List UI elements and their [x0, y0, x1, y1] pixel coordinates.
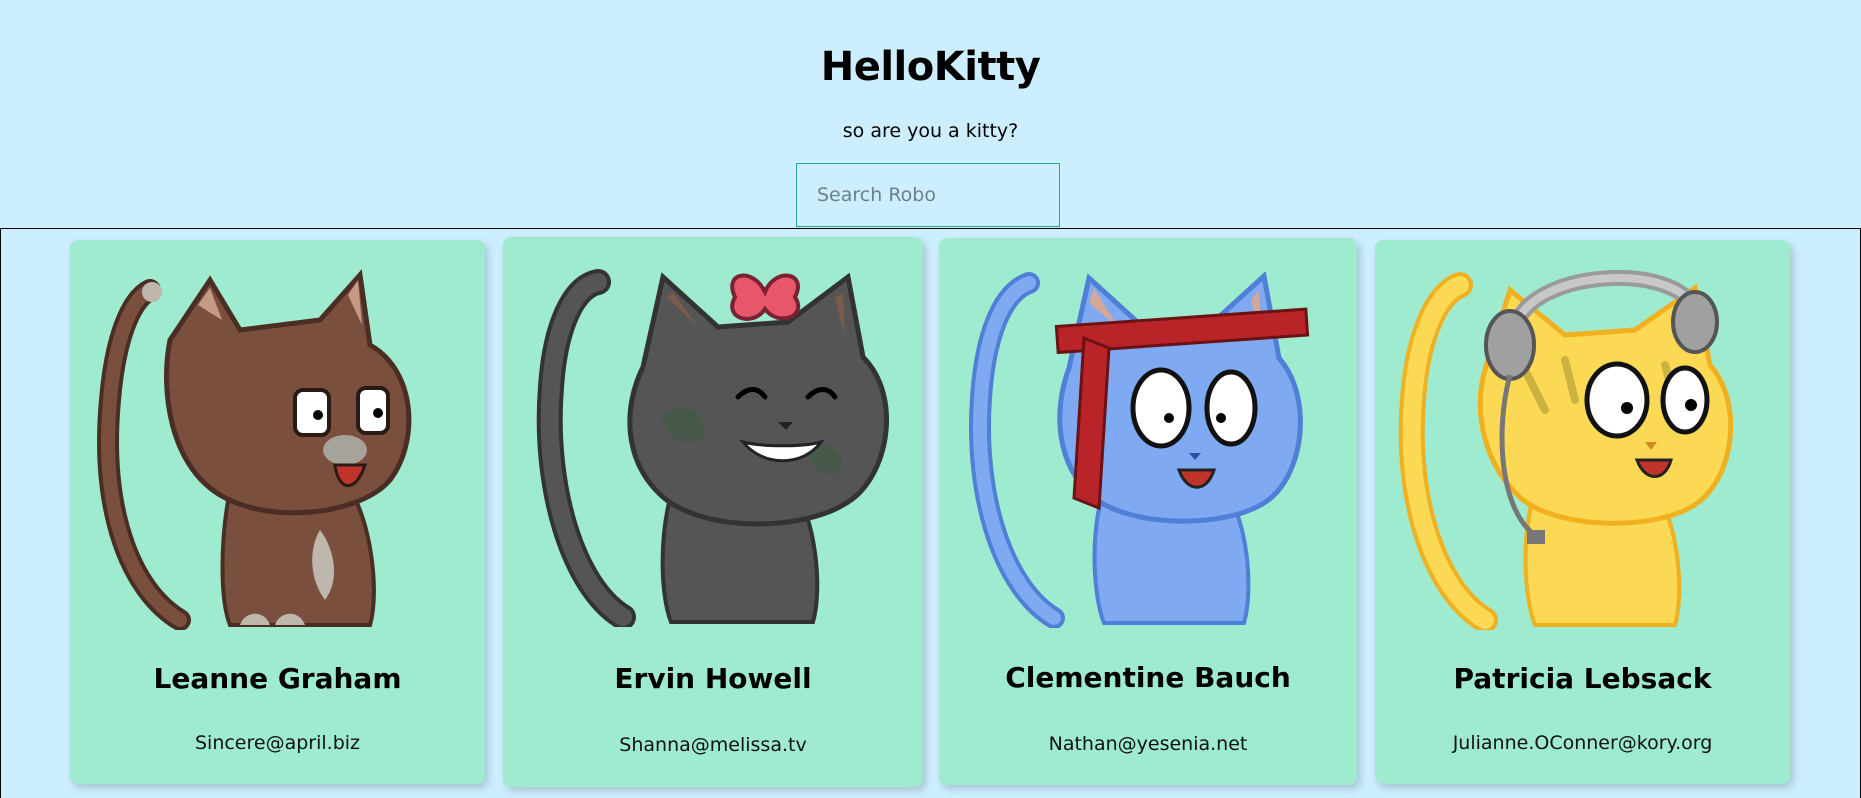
header: HelloKitty so are you a kitty?	[0, 0, 1861, 228]
robot-name: Leanne Graham	[153, 662, 402, 695]
robot-card: Patricia Lebsack Julianne.OConner@kory.o…	[1375, 240, 1790, 784]
robot-name: Patricia Lebsack	[1453, 662, 1712, 695]
brown-kitty-avatar	[97, 269, 412, 630]
robot-card: Clementine Bauch Nathan@yesenia.net	[939, 238, 1357, 785]
robot-name: Ervin Howell	[614, 662, 812, 695]
page-title: HelloKitty	[820, 44, 1041, 90]
card-list-scroll-area[interactable]: Leanne Graham Sincere@april.biz Ervin Ho…	[0, 228, 1861, 798]
robot-card: Leanne Graham Sincere@april.biz	[70, 240, 485, 784]
robot-name: Clementine Bauch	[1005, 661, 1291, 694]
robot-card: Ervin Howell Shanna@melissa.tv	[503, 237, 923, 787]
grey-kitty-avatar	[536, 269, 889, 627]
yellow-kitty-avatar	[1398, 270, 1734, 630]
blue-kitty-avatar	[969, 271, 1310, 628]
page-subtitle: so are you a kitty?	[842, 120, 1019, 142]
robot-email: Julianne.OConner@kory.org	[1452, 732, 1713, 754]
search-input[interactable]	[796, 163, 1060, 227]
robot-email: Sincere@april.biz	[194, 732, 361, 754]
robot-email: Nathan@yesenia.net	[1048, 733, 1248, 755]
robot-email: Shanna@melissa.tv	[619, 734, 807, 756]
